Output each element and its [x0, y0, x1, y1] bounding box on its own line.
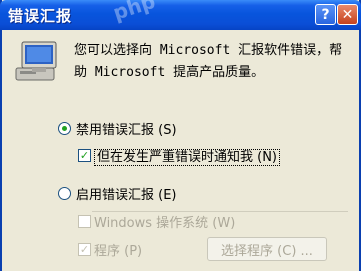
enable-reporting-label[interactable]: 启用错误汇报 (E) [76, 184, 177, 203]
choose-programs-button[interactable]: 选择程序 (C) ... [207, 237, 327, 261]
description-text: 您可以选择向 Microsoft 汇报软件错误，帮助 Microsoft 提高产… [74, 43, 343, 80]
close-icon: ✕ [341, 6, 354, 23]
window-title: 错误汇报 [8, 7, 73, 25]
windows-os-label[interactable]: Windows 操作系统 (W) [94, 212, 235, 231]
notify-critical-label[interactable]: 但在发生严重错误时通知我 (N) [94, 146, 281, 166]
title-bar[interactable]: 错误汇报 php ? ✕ [0, 0, 361, 30]
notify-critical-text: 但在发生严重错误时通知我 (N) [94, 149, 281, 166]
computer-icon [15, 41, 57, 81]
disable-reporting-radio[interactable] [58, 122, 71, 135]
watermark: php [110, 0, 159, 25]
programs-label[interactable]: 程序 (P) [94, 240, 142, 259]
error-reporting-dialog: 错误汇报 php ? ✕ 您可以选择向 Microsoft 汇报软件错误，帮助 … [0, 0, 361, 271]
enable-reporting-radio[interactable] [58, 187, 71, 200]
disable-reporting-label[interactable]: 禁用错误汇报 (S) [76, 119, 177, 138]
windows-os-checkbox[interactable] [78, 215, 91, 228]
programs-checkbox[interactable]: ✓ [78, 243, 91, 256]
question-icon: ? [321, 6, 330, 23]
notify-critical-checkbox[interactable]: ✓ [78, 149, 91, 162]
help-button[interactable]: ? [315, 4, 336, 25]
choose-programs-label: 选择程序 (C) ... [221, 243, 313, 259]
close-button[interactable]: ✕ [337, 4, 358, 25]
